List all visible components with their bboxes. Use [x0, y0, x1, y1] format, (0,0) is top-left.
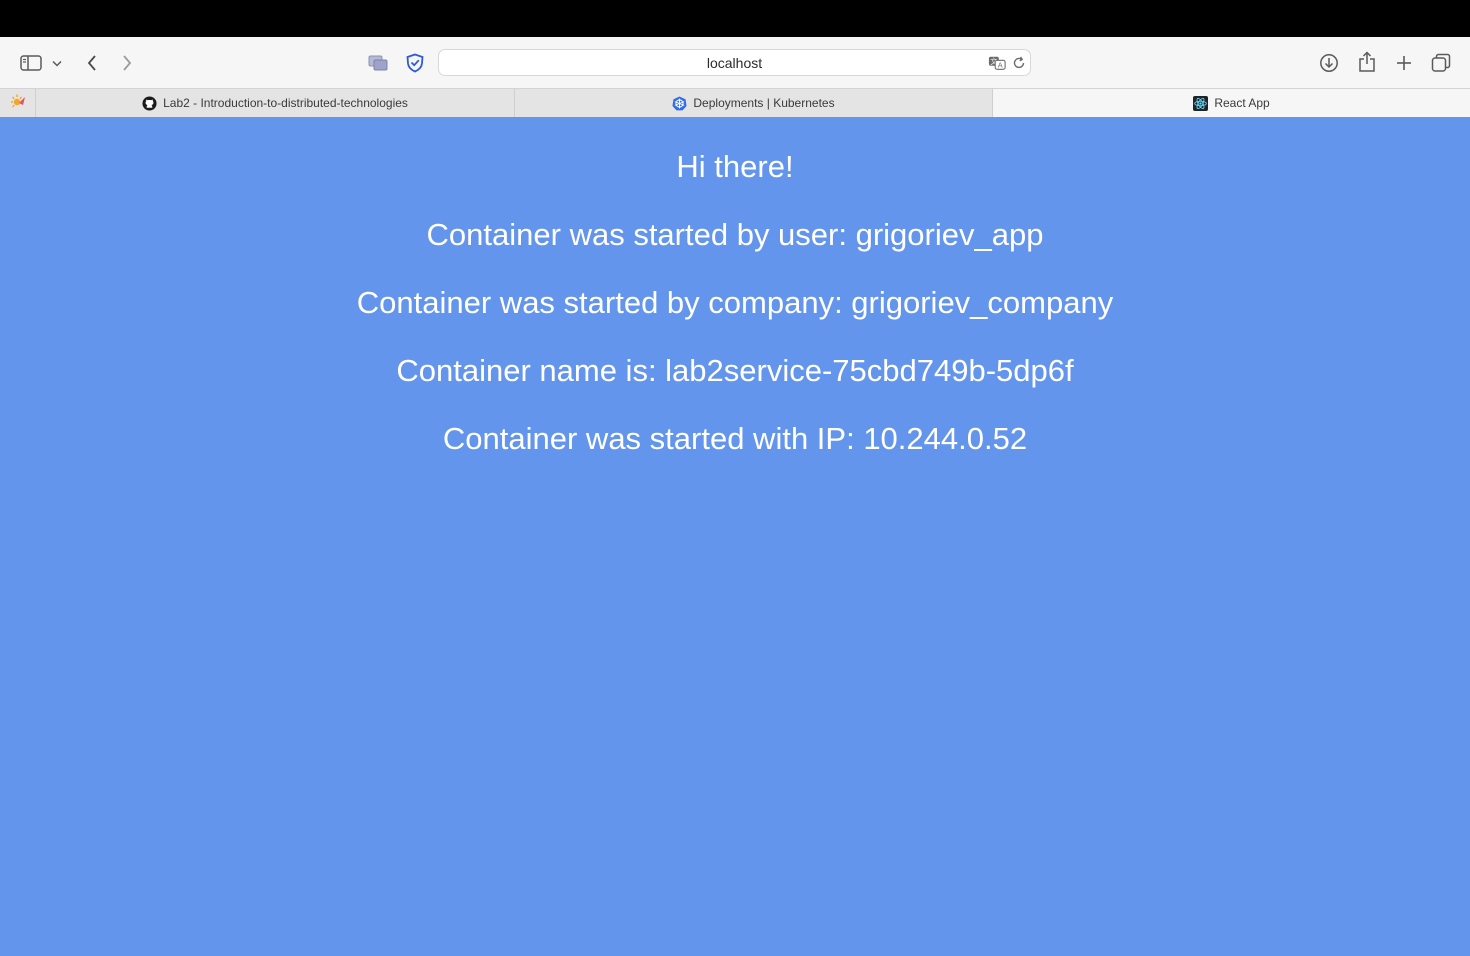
top-black-bar [0, 0, 1470, 37]
share-button[interactable] [1353, 48, 1381, 76]
extension-button[interactable] [364, 49, 392, 77]
downloads-button[interactable] [1315, 49, 1343, 77]
sidebar-toggle-button[interactable] [17, 49, 45, 77]
address-bar[interactable]: localhost 文A [438, 49, 1031, 76]
chevron-left-icon [87, 55, 97, 71]
tabs-overview-icon [1431, 53, 1451, 73]
new-tab-button[interactable] [1390, 49, 1418, 77]
svg-text:A: A [998, 61, 1003, 70]
github-icon [142, 95, 157, 111]
sidebar-icon [20, 55, 42, 71]
shield-icon [405, 53, 425, 73]
container-name-text: Container name is: lab2service-75cbd749b… [396, 353, 1074, 388]
download-icon [1319, 53, 1339, 73]
user-text: Container was started by user: grigoriev… [426, 217, 1044, 252]
back-button[interactable] [78, 49, 106, 77]
sun-favicon-icon [10, 93, 26, 114]
tab-overview-button[interactable] [1427, 49, 1455, 77]
chevron-right-icon [122, 55, 132, 71]
tab-label: Deployments | Kubernetes [693, 96, 835, 110]
address-text: localhost [706, 54, 763, 71]
tab-github[interactable]: Lab2 - Introduction-to-distributed-techn… [36, 89, 515, 117]
company-text: Container was started by company: grigor… [356, 285, 1114, 320]
plus-icon [1396, 55, 1412, 71]
chevron-down-icon [52, 60, 62, 67]
tab-label: React App [1214, 96, 1270, 110]
greeting-text: Hi there! [676, 149, 794, 184]
tab-label: Lab2 - Introduction-to-distributed-techn… [163, 96, 408, 110]
page-content: Hi there! Container was started by user:… [0, 117, 1470, 956]
sidebar-menu-button[interactable] [47, 49, 67, 77]
container-ip-text: Container was started with IP: 10.244.0.… [442, 421, 1028, 456]
forward-button[interactable] [113, 49, 141, 77]
kubernetes-icon [672, 95, 687, 111]
pinned-tab[interactable] [0, 89, 36, 117]
tab-bar: Lab2 - Introduction-to-distributed-techn… [0, 88, 1470, 117]
windows-icon [368, 55, 388, 71]
translate-icon[interactable]: 文A [988, 54, 1006, 72]
browser-toolbar: localhost 文A [0, 37, 1470, 88]
share-icon [1358, 51, 1376, 73]
tab-react-app[interactable]: React App [993, 89, 1470, 117]
react-icon [1193, 95, 1209, 111]
shield-extension-button[interactable] [401, 49, 429, 77]
reload-icon[interactable] [1010, 54, 1028, 72]
tab-kubernetes[interactable]: Deployments | Kubernetes [515, 89, 993, 117]
